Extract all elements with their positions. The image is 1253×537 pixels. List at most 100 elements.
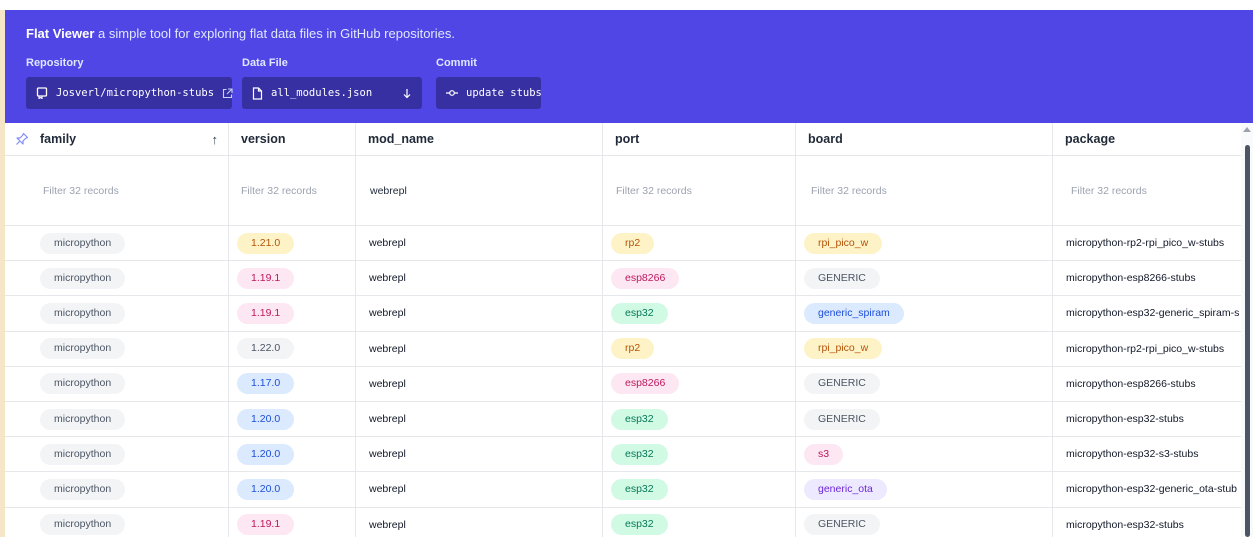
scrollbar-thumb[interactable] xyxy=(1245,145,1250,537)
package-text: micropython-esp8266-stubs xyxy=(1066,272,1196,285)
cell-package: micropython-esp32-generic_spiram-s xyxy=(1053,296,1241,330)
pin-icon[interactable] xyxy=(15,123,29,155)
mod-name-text: webrepl xyxy=(369,272,406,285)
external-link-icon[interactable] xyxy=(222,87,233,99)
cell-board: GENERIC xyxy=(796,261,1053,296)
table-row[interactable]: micropython 1.22.0 webrepl rp2 rpi_pico_w mic… xyxy=(5,331,1241,367)
cell-family: micropython xyxy=(5,472,229,507)
mod-name-text: webrepl xyxy=(369,413,406,426)
version-badge: 1.19.1 xyxy=(237,267,295,289)
cell-board: s3 xyxy=(796,437,1053,472)
mod-name-text: webrepl xyxy=(369,342,406,355)
filter-input-board[interactable] xyxy=(796,184,1052,197)
datafile-selector[interactable]: all_modules.json xyxy=(242,77,422,109)
cell-package: micropython-rp2-rpi_pico_w-stubs xyxy=(1053,332,1241,366)
table-row[interactable]: micropython 1.20.0 webrepl esp32 GENERIC micr… xyxy=(5,402,1241,438)
table-row[interactable]: micropython 1.21.0 webrepl rp2 rpi_pico_w mic… xyxy=(5,226,1241,262)
table-row[interactable]: micropython 1.17.0 webrepl esp8266 GENERIC mi… xyxy=(5,366,1241,402)
cell-package: micropython-rp2-rpi_pico_w-stubs xyxy=(1053,226,1241,260)
family-badge: micropython xyxy=(40,338,126,360)
scroll-up-arrow[interactable] xyxy=(1243,127,1251,132)
family-badge: micropython xyxy=(40,478,126,500)
cell-board: generic_spiram xyxy=(796,296,1053,331)
filter-input-mod-name[interactable] xyxy=(356,184,602,197)
repo-icon xyxy=(36,87,48,99)
column-header-mod-name[interactable]: mod_name xyxy=(356,123,603,155)
table-row[interactable]: micropython 1.20.0 webrepl esp32 s3 micropyth… xyxy=(5,437,1241,473)
version-badge: 1.20.0 xyxy=(237,443,295,465)
port-badge: esp32 xyxy=(611,302,668,324)
column-header-label: port xyxy=(615,132,640,146)
column-header-label: version xyxy=(241,132,286,146)
package-text: micropython-esp32-generic_spiram-s xyxy=(1066,307,1240,320)
sort-ascending-icon[interactable]: ↑ xyxy=(212,123,219,155)
table-row[interactable]: micropython 1.19.1 webrepl esp8266 GENERIC mi… xyxy=(5,261,1241,297)
column-header-package[interactable]: package xyxy=(1053,123,1241,155)
filter-cell-package xyxy=(1053,156,1241,225)
family-badge: micropython xyxy=(40,408,126,430)
cell-family: micropython xyxy=(5,261,229,296)
vertical-scrollbar[interactable] xyxy=(1241,123,1253,537)
cell-board: rpi_pico_w xyxy=(796,331,1053,366)
port-badge: esp32 xyxy=(611,408,668,430)
column-header-family[interactable]: family ↑ xyxy=(5,123,229,155)
board-badge: GENERIC xyxy=(804,408,880,430)
cell-port: esp32 xyxy=(603,296,796,331)
column-header-label: board xyxy=(808,132,843,146)
filter-input-version[interactable] xyxy=(229,184,355,197)
column-header-row: family ↑ version mod_name port board pac… xyxy=(5,123,1241,156)
filter-cell-mod-name xyxy=(356,156,603,225)
cell-mod-name: webrepl xyxy=(356,366,603,401)
git-commit-icon xyxy=(446,88,458,98)
filter-cell-family xyxy=(5,156,229,225)
cell-family: micropython xyxy=(5,366,229,401)
column-header-port[interactable]: port xyxy=(603,123,796,155)
cell-version: 1.19.1 xyxy=(229,296,356,331)
cell-board: GENERIC xyxy=(796,507,1053,537)
column-header-board[interactable]: board xyxy=(796,123,1053,155)
board-badge: GENERIC xyxy=(804,514,880,536)
filter-input-package[interactable] xyxy=(1053,184,1241,197)
cell-port: rp2 xyxy=(603,331,796,366)
version-badge: 1.20.0 xyxy=(237,478,295,500)
cell-package: micropython-esp32-generic_ota-stub xyxy=(1053,472,1241,506)
filter-input-family[interactable] xyxy=(5,184,228,197)
cell-version: 1.19.1 xyxy=(229,261,356,296)
repository-selector[interactable]: Josverl/micropython-stubs xyxy=(26,77,233,109)
port-badge: esp32 xyxy=(611,514,668,536)
table-row[interactable]: micropython 1.20.0 webrepl esp32 generic_ota… xyxy=(5,472,1241,508)
cell-package: micropython-esp8266-stubs xyxy=(1053,261,1241,295)
cell-board: GENERIC xyxy=(796,366,1053,401)
cell-port: esp32 xyxy=(603,437,796,472)
port-badge: esp32 xyxy=(611,443,668,465)
table-row[interactable]: micropython 1.19.1 webrepl esp32 generic_spi… xyxy=(5,296,1241,332)
cell-port: rp2 xyxy=(603,226,796,261)
package-text: micropython-esp32-stubs xyxy=(1066,413,1184,426)
column-header-version[interactable]: version xyxy=(229,123,356,155)
cell-family: micropython xyxy=(5,402,229,437)
commit-label: Commit xyxy=(436,57,477,69)
table-row[interactable]: micropython 1.19.1 webrepl esp32 GENERIC micr… xyxy=(5,507,1241,537)
family-badge: micropython xyxy=(40,232,126,254)
package-text: micropython-rp2-rpi_pico_w-stubs xyxy=(1066,237,1225,250)
file-icon xyxy=(252,86,263,100)
filter-input-port[interactable] xyxy=(603,184,795,197)
cell-version: 1.22.0 xyxy=(229,331,356,366)
cell-mod-name: webrepl xyxy=(356,226,603,261)
port-badge: esp8266 xyxy=(611,267,680,289)
cell-family: micropython xyxy=(5,226,229,261)
mod-name-text: webrepl xyxy=(369,483,406,496)
commit-selector[interactable]: update stubs xyxy=(436,77,542,109)
cell-package: micropython-esp8266-stubs xyxy=(1053,367,1241,401)
cell-port: esp32 xyxy=(603,507,796,537)
port-badge: rp2 xyxy=(611,338,655,360)
cell-version: 1.20.0 xyxy=(229,472,356,507)
cell-family: micropython xyxy=(5,437,229,472)
cell-package: micropython-esp32-s3-stubs xyxy=(1053,437,1241,471)
package-text: micropython-esp32-stubs xyxy=(1066,518,1184,531)
filter-cell-version xyxy=(229,156,356,225)
app-title: Flat Viewer xyxy=(26,26,95,41)
cell-version: 1.17.0 xyxy=(229,366,356,401)
commit-value: update stubs xyxy=(466,87,542,99)
family-badge: micropython xyxy=(40,373,126,395)
